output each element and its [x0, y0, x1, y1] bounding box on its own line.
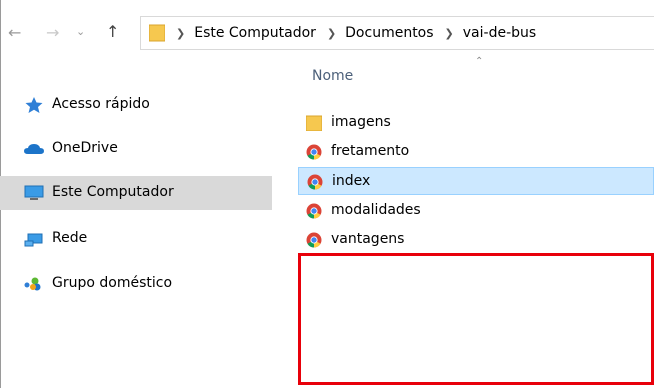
navigation-toolbar: ← → ⌄ ↑ ❯ Este Computador ❯ Documentos ❯… — [0, 0, 654, 56]
forward-arrow-icon[interactable]: → — [46, 25, 59, 41]
computer-icon — [24, 185, 44, 200]
sort-ascending-icon: ⌃ — [475, 56, 484, 67]
address-bar[interactable]: ❯ Este Computador ❯ Documentos ❯ vai-de-… — [140, 16, 654, 50]
sidebar-item-este-computador[interactable]: Este Computador — [0, 176, 272, 210]
sidebar-item-grupo-domestico[interactable]: Grupo doméstico — [0, 267, 272, 301]
breadcrumb-este-computador[interactable]: Este Computador — [194, 25, 316, 41]
file-item-fretamento[interactable]: fretamento — [298, 138, 654, 166]
recent-locations-chevron-icon[interactable]: ⌄ — [76, 24, 85, 40]
file-name: modalidades — [331, 202, 421, 218]
breadcrumb-vai-de-bus[interactable]: vai-de-bus — [463, 25, 536, 41]
back-arrow-icon[interactable]: ← — [8, 25, 21, 41]
homegroup-icon — [24, 277, 41, 291]
file-item-vantagens[interactable]: vantagens — [298, 226, 654, 254]
breadcrumb: ❯ Este Computador ❯ Documentos ❯ vai-de-… — [165, 25, 536, 41]
chrome-icon — [306, 232, 322, 248]
chrome-icon — [307, 174, 323, 190]
sidebar-item-rede[interactable]: Rede — [0, 222, 272, 256]
highlight-annotation-box — [298, 253, 654, 385]
sidebar-item-onedrive[interactable]: OneDrive — [0, 132, 272, 166]
cloud-icon — [24, 144, 44, 154]
chrome-icon — [306, 203, 322, 219]
up-arrow-icon[interactable]: ↑ — [106, 24, 119, 40]
breadcrumb-separator-icon[interactable]: ❯ — [327, 27, 336, 40]
folder-icon — [306, 115, 322, 131]
breadcrumb-documentos[interactable]: Documentos — [345, 25, 433, 41]
sidebar-item-label: Este Computador — [52, 184, 174, 200]
folder-icon — [149, 24, 165, 42]
sidebar-item-label: Acesso rápido — [52, 96, 150, 112]
file-name: index — [332, 173, 371, 189]
breadcrumb-separator-icon[interactable]: ❯ — [176, 27, 185, 40]
file-item-imagens[interactable]: imagens — [298, 109, 654, 137]
sidebar-item-label: Rede — [52, 230, 88, 246]
breadcrumb-separator-icon[interactable]: ❯ — [445, 27, 454, 40]
file-name: vantagens — [331, 231, 405, 247]
network-icon — [24, 233, 43, 247]
sidebar-item-acesso-rapido[interactable]: Acesso rápido — [0, 88, 272, 122]
star-icon — [25, 97, 43, 113]
sidebar-item-label: OneDrive — [52, 140, 118, 156]
file-item-modalidades[interactable]: modalidades — [298, 197, 654, 225]
column-header-nome[interactable]: Nome — [312, 68, 353, 84]
file-item-index[interactable]: index — [298, 167, 654, 195]
file-name: imagens — [331, 114, 391, 130]
chrome-icon — [306, 144, 322, 160]
sidebar-item-label: Grupo doméstico — [52, 275, 173, 291]
file-name: fretamento — [331, 143, 410, 159]
